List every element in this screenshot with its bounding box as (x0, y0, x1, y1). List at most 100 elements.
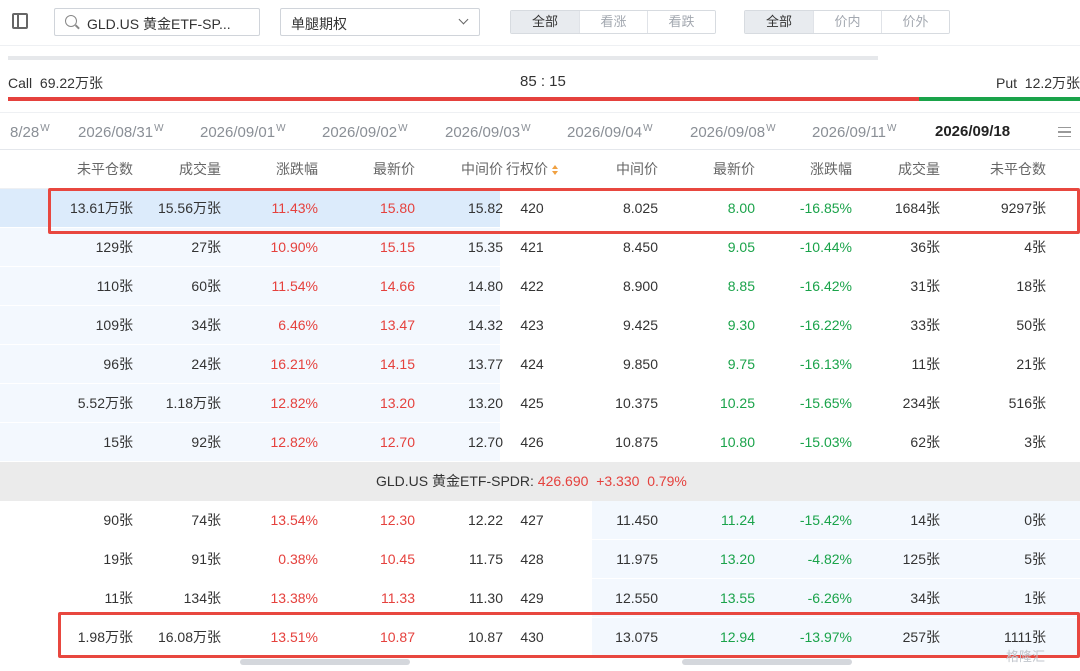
direction-all-tab[interactable]: 全部 (511, 11, 579, 33)
column-header[interactable]: 最新价 (665, 150, 755, 189)
table-cell: 13.77 (467, 356, 503, 372)
column-header[interactable]: 中间价 (423, 150, 503, 189)
table-cell: 9.75 (727, 356, 755, 372)
column-header[interactable]: 成交量 (135, 150, 221, 189)
table-cell: 92张 (191, 434, 221, 450)
call-label: Call (8, 75, 33, 91)
table-row[interactable]: 96张 24张 16.21% 14.15 13.77 424 9.850 9.75 -16.13… (0, 345, 1080, 384)
strike-cell: 427 (520, 512, 544, 528)
table-cell: 16.21% (270, 356, 318, 372)
divider-line (8, 56, 878, 60)
table-cell: 13.55 (719, 590, 755, 606)
table-cell: 11.450 (616, 512, 658, 528)
table-cell: 36张 (910, 239, 940, 255)
table-cell: 8.900 (622, 278, 658, 294)
table-cell: 129张 (95, 239, 133, 255)
table-cell: -16.85% (799, 200, 852, 216)
table-cell: 14.66 (379, 278, 415, 294)
table-cell: 11.33 (381, 590, 415, 606)
table-cell: 12.70 (467, 434, 503, 450)
column-header[interactable]: 最新价 (325, 150, 415, 189)
table-cell: -15.03% (799, 434, 852, 450)
moneyness-otm-tab[interactable]: 价外 (881, 11, 949, 33)
table-cell: -4.82% (807, 551, 852, 567)
column-header[interactable]: 未平仓数 (13, 150, 133, 189)
table-cell: 34张 (910, 590, 940, 606)
expiry-tab[interactable]: 2026/09/04W (567, 123, 653, 141)
weekly-marker: W (766, 123, 776, 134)
strike-cell: 422 (520, 278, 544, 294)
table-row[interactable]: 129张 27张 10.90% 15.15 15.35 421 8.450 9.05 -10.4… (0, 228, 1080, 267)
direction-put-tab[interactable]: 看跌 (647, 11, 715, 33)
table-row[interactable]: 109张 34张 6.46% 13.47 14.32 423 9.425 9.30 -16.22… (0, 306, 1080, 345)
table-cell: 13.20 (467, 395, 503, 411)
table-cell: 11.24 (721, 512, 755, 528)
column-header[interactable]: 涨跌幅 (228, 150, 318, 189)
table-cell: 21张 (1016, 356, 1046, 372)
table-cell: 15.15 (379, 239, 415, 255)
table-cell: 11.43% (271, 200, 318, 216)
table-row[interactable]: 13.61万张 15.56万张 11.43% 15.80 15.82 420 8.025 8.… (0, 189, 1080, 228)
column-header[interactable]: 未平仓数 (946, 150, 1046, 189)
table-cell: -16.22% (799, 317, 852, 333)
underlying-name: GLD.US 黄金ETF-SPDR: (376, 473, 534, 489)
underlying-change-pct: 0.79% (647, 473, 687, 489)
expiry-tab[interactable]: 2026/09/01W (200, 123, 286, 141)
expiry-tab[interactable]: 2026/09/11W (812, 123, 896, 141)
table-cell: 516张 (1008, 395, 1046, 411)
expiry-tab[interactable]: 8/28W (10, 123, 50, 141)
underlying-change: +3.330 (596, 473, 640, 489)
table-cell: 13.51% (270, 629, 318, 645)
call-scrollbar[interactable] (240, 659, 410, 665)
direction-call-tab[interactable]: 看涨 (579, 11, 647, 33)
strike-header-label: 行权价 (506, 161, 548, 177)
column-header[interactable]: 涨跌幅 (762, 150, 852, 189)
search-input[interactable]: GLD.US 黄金ETF-SP... (54, 8, 260, 36)
put-scrollbar[interactable] (682, 659, 852, 665)
table-row[interactable]: 90张 74张 13.54% 12.30 12.22 427 11.450 11.24 -15.… (0, 501, 1080, 540)
table-cell: 27张 (191, 239, 221, 255)
table-row[interactable]: 19张 91张 0.38% 10.45 11.75 428 11.975 13.20 -4.82… (0, 540, 1080, 579)
menu-icon[interactable] (1058, 127, 1071, 137)
chevron-down-icon (458, 14, 469, 25)
expiry-tab[interactable]: 2026/08/31W (78, 123, 164, 141)
expiry-tab[interactable]: 2026/09/18 (935, 123, 1010, 140)
table-row[interactable]: 15张 92张 12.82% 12.70 12.70 426 10.875 10.80 -15.… (0, 423, 1080, 462)
table-row[interactable]: 11张 134张 13.38% 11.33 11.30 429 12.550 13.55 -6.… (0, 579, 1080, 618)
table-cell: 10.87 (379, 629, 415, 645)
table-row[interactable]: 110张 60张 11.54% 14.66 14.80 422 8.900 8.85 -16.4… (0, 267, 1080, 306)
moneyness-itm-tab[interactable]: 价内 (813, 11, 881, 33)
strike-cell: 424 (520, 356, 544, 372)
search-icon (65, 15, 77, 27)
table-cell: 1.18万张 (165, 395, 221, 411)
expiry-tab[interactable]: 2026/09/02W (322, 123, 408, 141)
moneyness-filter: 全部 价内 价外 (744, 10, 950, 34)
table-row[interactable]: 1.98万张 16.08万张 13.51% 10.87 10.87 430 13.075 12… (0, 618, 1080, 657)
column-header[interactable]: 中间价 (578, 150, 658, 189)
table-cell: 12.70 (379, 434, 415, 450)
expiry-tab[interactable]: 2026/09/08W (690, 123, 776, 141)
column-header[interactable]: 行权价 (504, 150, 560, 189)
table-header: 未平仓数 成交量 涨跌幅 最新价 中间价 行权价 中间价 最新价 涨跌幅 成交量 未平仓数 (0, 150, 1080, 189)
table-cell: 14.32 (467, 317, 503, 333)
table-cell: 1.98万张 (77, 629, 133, 645)
table-cell: 90张 (103, 512, 133, 528)
table-cell: 15.35 (467, 239, 503, 255)
strategy-select[interactable]: 单腿期权 (280, 8, 480, 36)
table-cell: 1684张 (894, 200, 940, 216)
table-cell: 10.375 (615, 395, 658, 411)
sort-icon[interactable] (552, 165, 558, 176)
put-total: Put 12.2万张 (996, 73, 1080, 93)
strike-cell: 420 (520, 200, 544, 216)
column-header[interactable]: 成交量 (858, 150, 940, 189)
table-row[interactable]: 5.52万张 1.18万张 12.82% 13.20 13.20 425 10.375 10.… (0, 384, 1080, 423)
moneyness-all-tab[interactable]: 全部 (745, 11, 813, 33)
table-cell: 5.52万张 (77, 395, 133, 411)
table-cell: 13.38% (270, 590, 318, 606)
expiry-tab[interactable]: 2026/09/03W (445, 123, 531, 141)
table-cell: 15.56万张 (157, 200, 221, 216)
table-cell: 9.425 (622, 317, 658, 333)
strike-cell: 426 (520, 434, 544, 450)
table-cell: 6.46% (278, 317, 318, 333)
sidebar-toggle-icon[interactable] (12, 13, 28, 29)
